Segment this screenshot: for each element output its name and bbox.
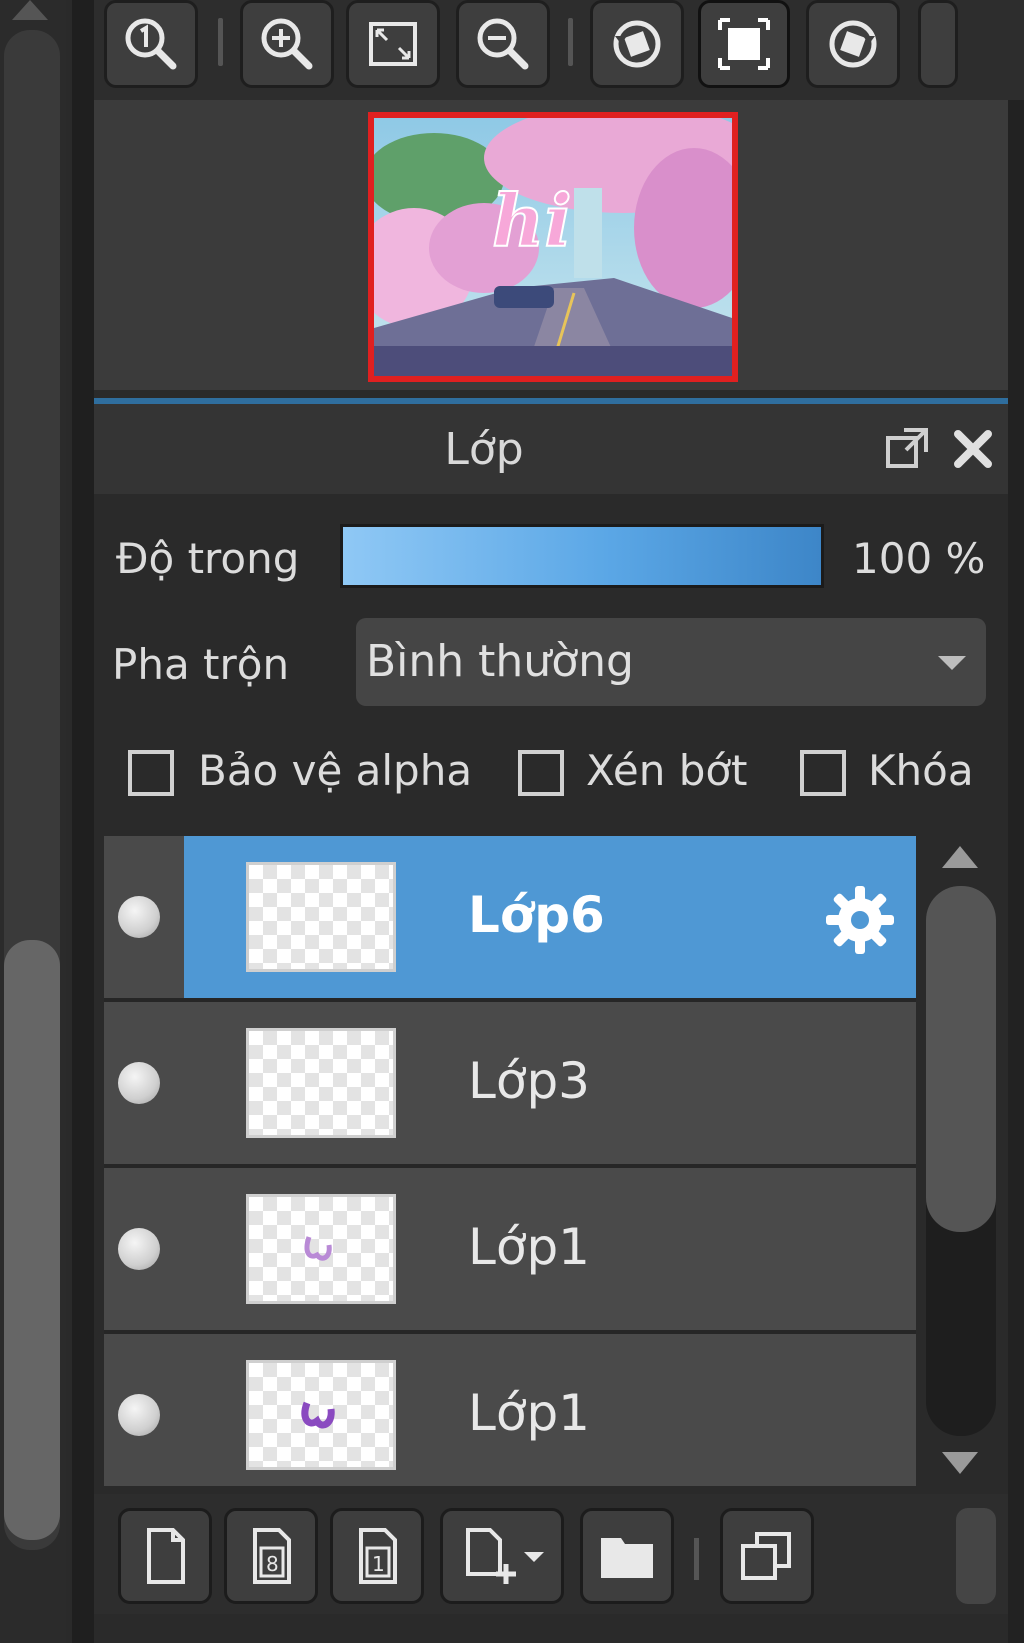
layer-row[interactable]: Lớp3 xyxy=(104,1002,916,1168)
lock-label[interactable]: Khóa xyxy=(868,746,974,795)
layer-list: Lớp6 Lớp3 Lớp1 Lớp1 xyxy=(104,836,916,1486)
layer-content-mark xyxy=(301,1401,335,1429)
visibility-toggle[interactable] xyxy=(118,1062,160,1104)
protect-alpha-label[interactable]: Bảo vệ alpha xyxy=(198,746,472,795)
rotate-left-icon xyxy=(613,20,661,68)
scrollbar-thumb[interactable] xyxy=(4,940,60,1540)
chevron-down-icon xyxy=(938,656,966,670)
clipping-checkbox[interactable] xyxy=(518,750,564,796)
fit-screen-button[interactable] xyxy=(346,0,440,88)
toolbar-separator xyxy=(568,18,573,66)
preview-text: hi xyxy=(492,178,572,263)
zoom-actual-size-button[interactable] xyxy=(104,0,198,88)
blend-label: Pha trộn xyxy=(112,640,290,689)
layer-thumbnail xyxy=(246,1028,396,1138)
scroll-up-icon[interactable] xyxy=(12,0,48,20)
rotate-right-button[interactable] xyxy=(806,0,900,88)
new-1bit-layer-icon: 1 xyxy=(359,1528,397,1584)
visibility-toggle[interactable] xyxy=(118,1228,160,1270)
layer-name: Lớp6 xyxy=(468,886,605,944)
layer-thumbnail xyxy=(246,862,396,972)
layer-panel-header: Lớp xyxy=(94,404,1008,494)
fit-screen-icon xyxy=(369,22,417,66)
layer-panel-title: Lớp xyxy=(444,423,524,475)
navigator-preview[interactable]: hi xyxy=(368,112,738,382)
close-icon[interactable] xyxy=(950,426,996,472)
clipping-label[interactable]: Xén bớt xyxy=(586,746,748,795)
navigator-panel: hi xyxy=(94,100,1008,390)
new-8bit-layer-icon: 8 xyxy=(253,1528,291,1584)
protect-alpha-checkbox[interactable] xyxy=(128,750,174,796)
rotate-left-button[interactable] xyxy=(590,0,684,88)
chevron-down-icon xyxy=(524,1552,544,1562)
duplicate-layer-button[interactable] xyxy=(720,1508,814,1604)
layer-name: Lớp3 xyxy=(468,1052,590,1110)
layer-content-mark xyxy=(304,1236,332,1261)
svg-text:1: 1 xyxy=(372,1552,385,1576)
scroll-down-icon[interactable] xyxy=(942,1452,978,1474)
visibility-toggle[interactable] xyxy=(118,1394,160,1436)
layer-name: Lớp1 xyxy=(468,1384,590,1442)
layer-thumbnail xyxy=(246,1194,396,1304)
left-scrollbar[interactable] xyxy=(0,0,66,1643)
toolbar-overflow[interactable] xyxy=(918,0,958,88)
zoom-out-icon xyxy=(477,18,529,70)
add-layer-menu-button[interactable] xyxy=(440,1508,564,1604)
canvas-thumbnail: hi xyxy=(374,118,732,376)
zoom-actual-size-icon xyxy=(125,18,177,70)
svg-text:8: 8 xyxy=(266,1552,279,1576)
scroll-up-icon[interactable] xyxy=(942,846,978,868)
scrollbar-thumb[interactable] xyxy=(926,886,996,1232)
layer-row[interactable]: Lớp6 xyxy=(104,836,916,1002)
zoom-in-icon xyxy=(261,18,313,70)
layer-list-scrollbar[interactable] xyxy=(922,836,1002,1486)
layer-actions-toolbar: 8 1 xyxy=(94,1494,1008,1614)
layer-row[interactable]: Lớp1 xyxy=(104,1168,916,1334)
folder-icon xyxy=(601,1538,653,1578)
fullscreen-button[interactable] xyxy=(698,0,790,88)
layer-thumbnail xyxy=(246,1360,396,1470)
fullscreen-icon xyxy=(718,18,770,70)
opacity-label: Độ trong xyxy=(116,534,300,583)
toolbar-separator xyxy=(694,1538,699,1580)
layer-name: Lớp1 xyxy=(468,1218,590,1276)
zoom-out-button[interactable] xyxy=(456,0,550,88)
zoom-in-button[interactable] xyxy=(240,0,334,88)
visibility-toggle[interactable] xyxy=(118,896,160,938)
add-layer-menu-icon xyxy=(466,1528,516,1584)
opacity-value: 100 % xyxy=(852,534,986,583)
lock-checkbox[interactable] xyxy=(800,750,846,796)
layer-row[interactable]: Lớp1 xyxy=(104,1334,916,1486)
toolbar-overflow[interactable] xyxy=(956,1508,996,1604)
duplicate-layer-icon xyxy=(741,1532,791,1580)
right-edge xyxy=(1008,0,1024,1643)
blend-mode-select[interactable]: Bình thường xyxy=(356,618,986,706)
new-layer-icon xyxy=(147,1528,185,1584)
view-toolbar xyxy=(94,0,1024,100)
toolbar-separator xyxy=(218,18,223,66)
rotate-right-icon xyxy=(829,20,877,68)
blend-mode-value: Bình thường xyxy=(366,636,634,687)
undock-icon[interactable] xyxy=(884,426,930,472)
gear-icon[interactable] xyxy=(822,882,898,958)
new-8bit-layer-button[interactable]: 8 xyxy=(224,1508,318,1604)
new-1bit-layer-button[interactable]: 1 xyxy=(330,1508,424,1604)
panel-divider[interactable] xyxy=(72,0,94,1643)
new-folder-button[interactable] xyxy=(580,1508,674,1604)
new-layer-button[interactable] xyxy=(118,1508,212,1604)
opacity-slider[interactable] xyxy=(340,524,824,588)
